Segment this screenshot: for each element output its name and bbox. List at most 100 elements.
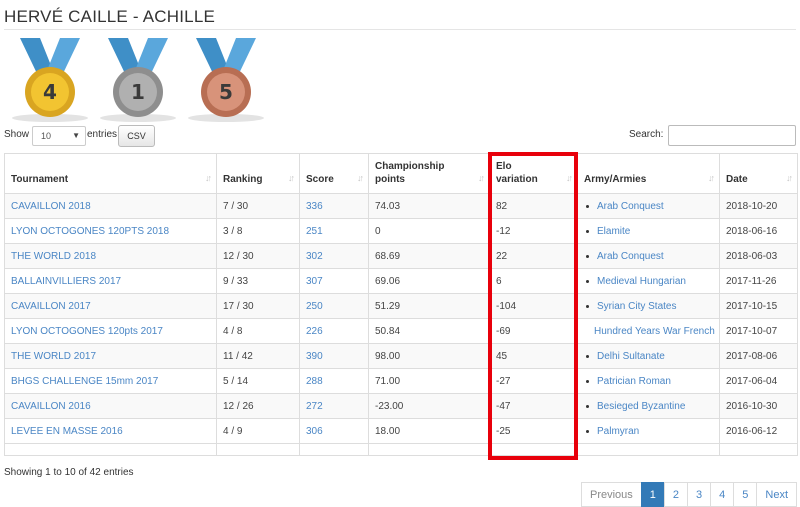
pagination-page-1[interactable]: 1 (640, 482, 665, 507)
army-link[interactable]: Delhi Sultanate (597, 351, 665, 362)
col-header-tournament[interactable]: Tournament ↓↑ (4, 153, 217, 194)
points-cell: 68.69 (368, 243, 490, 269)
tournament-link[interactable]: LEVEE EN MASSE 2016 (11, 426, 123, 437)
date-cell: 2017-06-04 (719, 368, 798, 394)
tournament-link[interactable]: THE WORLD 2018 (11, 251, 96, 262)
elo-cell: -27 (489, 368, 578, 394)
army-link[interactable]: Medieval Hungarian (597, 276, 686, 287)
medals-row: 4 1 5 (0, 34, 280, 124)
date-cell: 2017-08-06 (719, 343, 798, 369)
score-link[interactable]: 302 (306, 251, 323, 262)
pagination-page-5[interactable]: 5 (733, 482, 758, 507)
date-cell: 2016-10-30 (719, 393, 798, 419)
pagination-previous[interactable]: Previous (581, 482, 642, 507)
tournament-link[interactable]: LYON OCTOGONES 120pts 2017 (11, 326, 163, 337)
score-link[interactable]: 251 (306, 226, 323, 237)
score-cell: 307 (299, 268, 369, 294)
bullet-icon (586, 279, 589, 283)
tournament-link[interactable]: BALLAINVILLIERS 2017 (11, 276, 121, 287)
tournament-cell: LEVEE EN MASSE 2016 (4, 418, 217, 444)
sort-icon: ↓↑ (566, 173, 573, 183)
ranking-cell: 4 / 8 (216, 318, 300, 344)
title-divider (4, 29, 796, 30)
col-header-army[interactable]: Army/Armies ↓↑ (577, 153, 720, 194)
army-link[interactable]: Elamite (597, 226, 630, 237)
army-link[interactable]: Syrian City States (597, 301, 676, 312)
col-header-date[interactable]: Date ↓↑ (719, 153, 798, 194)
army-cell: Besieged Byzantine (577, 393, 720, 419)
tournament-cell: BHGS CHALLENGE 15mm 2017 (4, 368, 217, 394)
bullet-icon (586, 404, 589, 408)
tournament-link[interactable]: CAVAILLON 2017 (11, 301, 91, 312)
points-cell: 98.00 (368, 343, 490, 369)
score-cell: 250 (299, 293, 369, 319)
score-cell: 390 (299, 343, 369, 369)
col-header-score[interactable]: Score ↓↑ (299, 153, 369, 194)
army-cell: Delhi Sultanate (577, 343, 720, 369)
tournament-link[interactable]: BHGS CHALLENGE 15mm 2017 (11, 376, 158, 387)
tournament-cell: CAVAILLON 2018 (4, 193, 217, 219)
army-link[interactable]: Arab Conquest (597, 251, 664, 262)
score-link[interactable]: 390 (306, 351, 323, 362)
sort-icon: ↓↑ (786, 173, 793, 183)
bronze-medal-count: 5 (219, 80, 233, 104)
pagination-page-2[interactable]: 2 (663, 482, 689, 507)
army-link[interactable]: Patrician Roman (597, 376, 671, 387)
entries-select[interactable]: 10 ▼ (32, 126, 86, 146)
table-header-row: Tournament ↓↑ Ranking ↓↑ Score ↓↑ Champions… (4, 153, 798, 194)
silver-medal-count: 1 (131, 80, 145, 104)
ranking-cell: 3 / 8 (216, 218, 300, 244)
army-link[interactable]: Palmyran (597, 426, 639, 437)
col-header-championship-points[interactable]: Championship points ↓↑ (368, 153, 490, 194)
col-header-elo-variation[interactable]: Elo variation ↓↑ (489, 153, 578, 194)
army-cell: Arab Conquest (577, 193, 720, 219)
tournament-link[interactable]: THE WORLD 2017 (11, 351, 96, 362)
points-cell: 18.00 (368, 418, 490, 444)
elo-cell: -25 (489, 418, 578, 444)
sort-icon: ↓↑ (288, 173, 295, 183)
tournament-cell: THE WORLD 2017 (4, 343, 217, 369)
col-header-ranking[interactable]: Ranking ↓↑ (216, 153, 300, 194)
score-link[interactable]: 288 (306, 376, 323, 387)
army-link[interactable]: Besieged Byzantine (597, 401, 685, 412)
score-link[interactable]: 336 (306, 201, 323, 212)
table-row: THE WORLD 2017 11 / 42 390 98.00 45 Delhi Sul… (4, 343, 798, 369)
score-link[interactable]: 250 (306, 301, 323, 312)
search-input[interactable] (668, 125, 796, 146)
entries-label: entries (87, 129, 118, 140)
points-cell: 51.29 (368, 293, 490, 319)
gold-medal-icon (12, 38, 88, 122)
bullet-icon (586, 204, 589, 208)
pagination-page-3[interactable]: 3 (687, 482, 712, 507)
date-cell: 2017-11-26 (719, 268, 798, 294)
bronze-medal: 5 (182, 34, 270, 124)
bullet-icon (586, 354, 589, 358)
score-link[interactable]: 306 (306, 426, 323, 437)
date-cell: 2018-06-16 (719, 218, 798, 244)
silver-medal-icon (100, 38, 176, 122)
csv-button[interactable]: CSV (118, 125, 155, 147)
army-cell: Hundred Years War French (577, 318, 720, 344)
score-cell: 302 (299, 243, 369, 269)
tournament-link[interactable]: LYON OCTOGONES 120PTS 2018 (11, 226, 169, 237)
table-row: LEVEE EN MASSE 2016 4 / 9 306 18.00 -25 Palmy… (4, 418, 798, 444)
pagination-page-4[interactable]: 4 (710, 482, 735, 507)
caret-down-icon: ▼ (72, 131, 80, 140)
tournament-link[interactable]: CAVAILLON 2016 (11, 401, 91, 412)
elo-cell: -12 (489, 218, 578, 244)
score-cell: 306 (299, 418, 369, 444)
score-link[interactable]: 226 (306, 326, 323, 337)
score-link[interactable]: 272 (306, 401, 323, 412)
pagination-next[interactable]: Next (756, 482, 798, 507)
ranking-cell: 12 / 30 (216, 243, 300, 269)
table-row: BHGS CHALLENGE 15mm 2017 5 / 14 288 71.00 -2… (4, 368, 798, 394)
tournament-link[interactable]: CAVAILLON 2018 (11, 201, 91, 212)
army-link[interactable]: Hundred Years War French (594, 326, 715, 337)
army-link[interactable]: Arab Conquest (597, 201, 664, 212)
score-link[interactable]: 307 (306, 276, 323, 287)
ranking-cell: 4 / 9 (216, 418, 300, 444)
date-cell: 2016-06-12 (719, 418, 798, 444)
tournament-cell: CAVAILLON 2016 (4, 393, 217, 419)
tournament-cell: CAVAILLON 2017 (4, 293, 217, 319)
army-cell: Palmyran (577, 418, 720, 444)
